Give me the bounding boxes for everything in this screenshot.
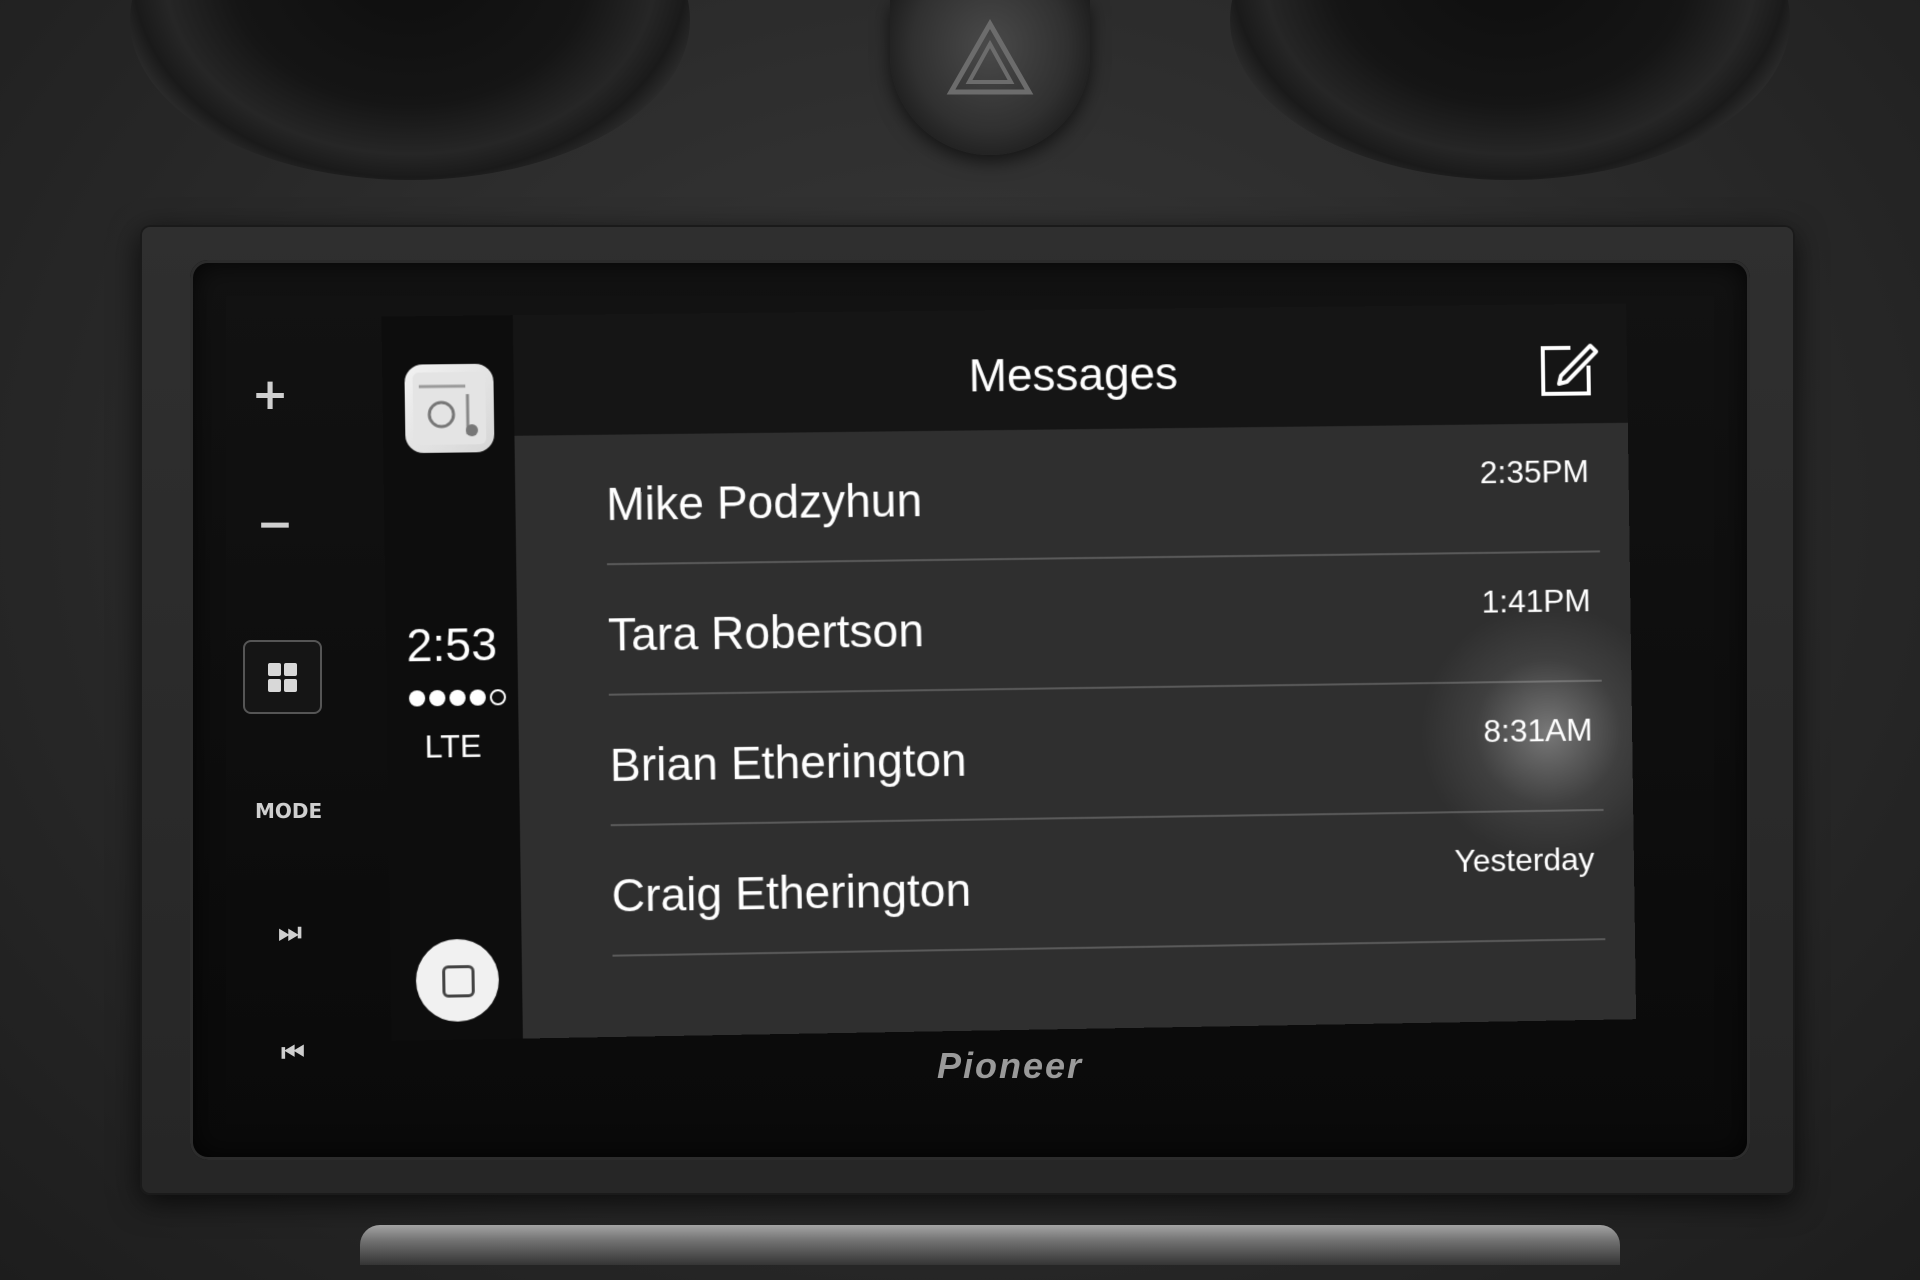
network-type: LTE bbox=[424, 727, 482, 765]
brand-logo: Pioneer bbox=[936, 1045, 1084, 1086]
air-vent-right bbox=[1230, 0, 1790, 180]
mode-button[interactable]: MODE bbox=[255, 797, 322, 825]
volume-up-button[interactable]: + bbox=[245, 370, 295, 420]
compose-icon bbox=[1533, 334, 1603, 404]
air-vent-left bbox=[130, 0, 690, 180]
signal-strength-icon bbox=[408, 687, 510, 711]
volume-down-button[interactable]: − bbox=[250, 503, 300, 547]
conversation-row[interactable]: Craig Etherington Yesterday bbox=[610, 810, 1606, 957]
message-time: Yesterday bbox=[1454, 840, 1595, 879]
contact-name: Tara Robertson bbox=[607, 604, 925, 661]
apps-button[interactable] bbox=[243, 640, 322, 714]
conversation-list: Mike Podzyhun 2:35PM Tara Robertson 1:41… bbox=[514, 422, 1637, 1039]
message-time: 8:31AM bbox=[1483, 711, 1593, 750]
car-dashboard: + − MODE ⏭ ⏮ Pioneer 2:53 LTE Messages M… bbox=[0, 0, 1920, 1280]
contact-name: Brian Etherington bbox=[609, 733, 968, 792]
nav-bar: Messages bbox=[512, 303, 1628, 436]
page-title: Messages bbox=[968, 347, 1179, 402]
hazard-button[interactable] bbox=[890, 0, 1090, 155]
contact-name: Mike Podzyhun bbox=[605, 474, 923, 531]
conversation-row[interactable]: Mike Podzyhun 2:35PM bbox=[605, 423, 1600, 566]
message-time: 1:41PM bbox=[1481, 582, 1591, 620]
message-time: 2:35PM bbox=[1479, 453, 1590, 491]
contact-name: Craig Etherington bbox=[611, 863, 972, 922]
album-art-icon bbox=[412, 371, 487, 446]
status-time: 2:53 bbox=[406, 617, 498, 672]
carplay-sidebar: 2:53 LTE bbox=[381, 315, 523, 1041]
now-playing-app-icon[interactable] bbox=[404, 363, 495, 454]
home-button[interactable] bbox=[415, 938, 500, 1023]
chrome-trim bbox=[360, 1225, 1620, 1265]
grid-icon bbox=[268, 663, 298, 693]
carplay-screen: 2:53 LTE Messages Mike Podzyhun 2:35PM T… bbox=[381, 303, 1637, 1041]
home-square-icon bbox=[442, 965, 475, 998]
conversation-row[interactable]: Tara Robertson 1:41PM bbox=[607, 552, 1602, 696]
compose-button[interactable] bbox=[1533, 334, 1603, 404]
previous-track-button[interactable]: ⏮ bbox=[268, 1038, 318, 1068]
next-track-button[interactable]: ⏭ bbox=[265, 918, 315, 948]
conversation-row[interactable]: Brian Etherington 8:31AM bbox=[608, 681, 1604, 827]
